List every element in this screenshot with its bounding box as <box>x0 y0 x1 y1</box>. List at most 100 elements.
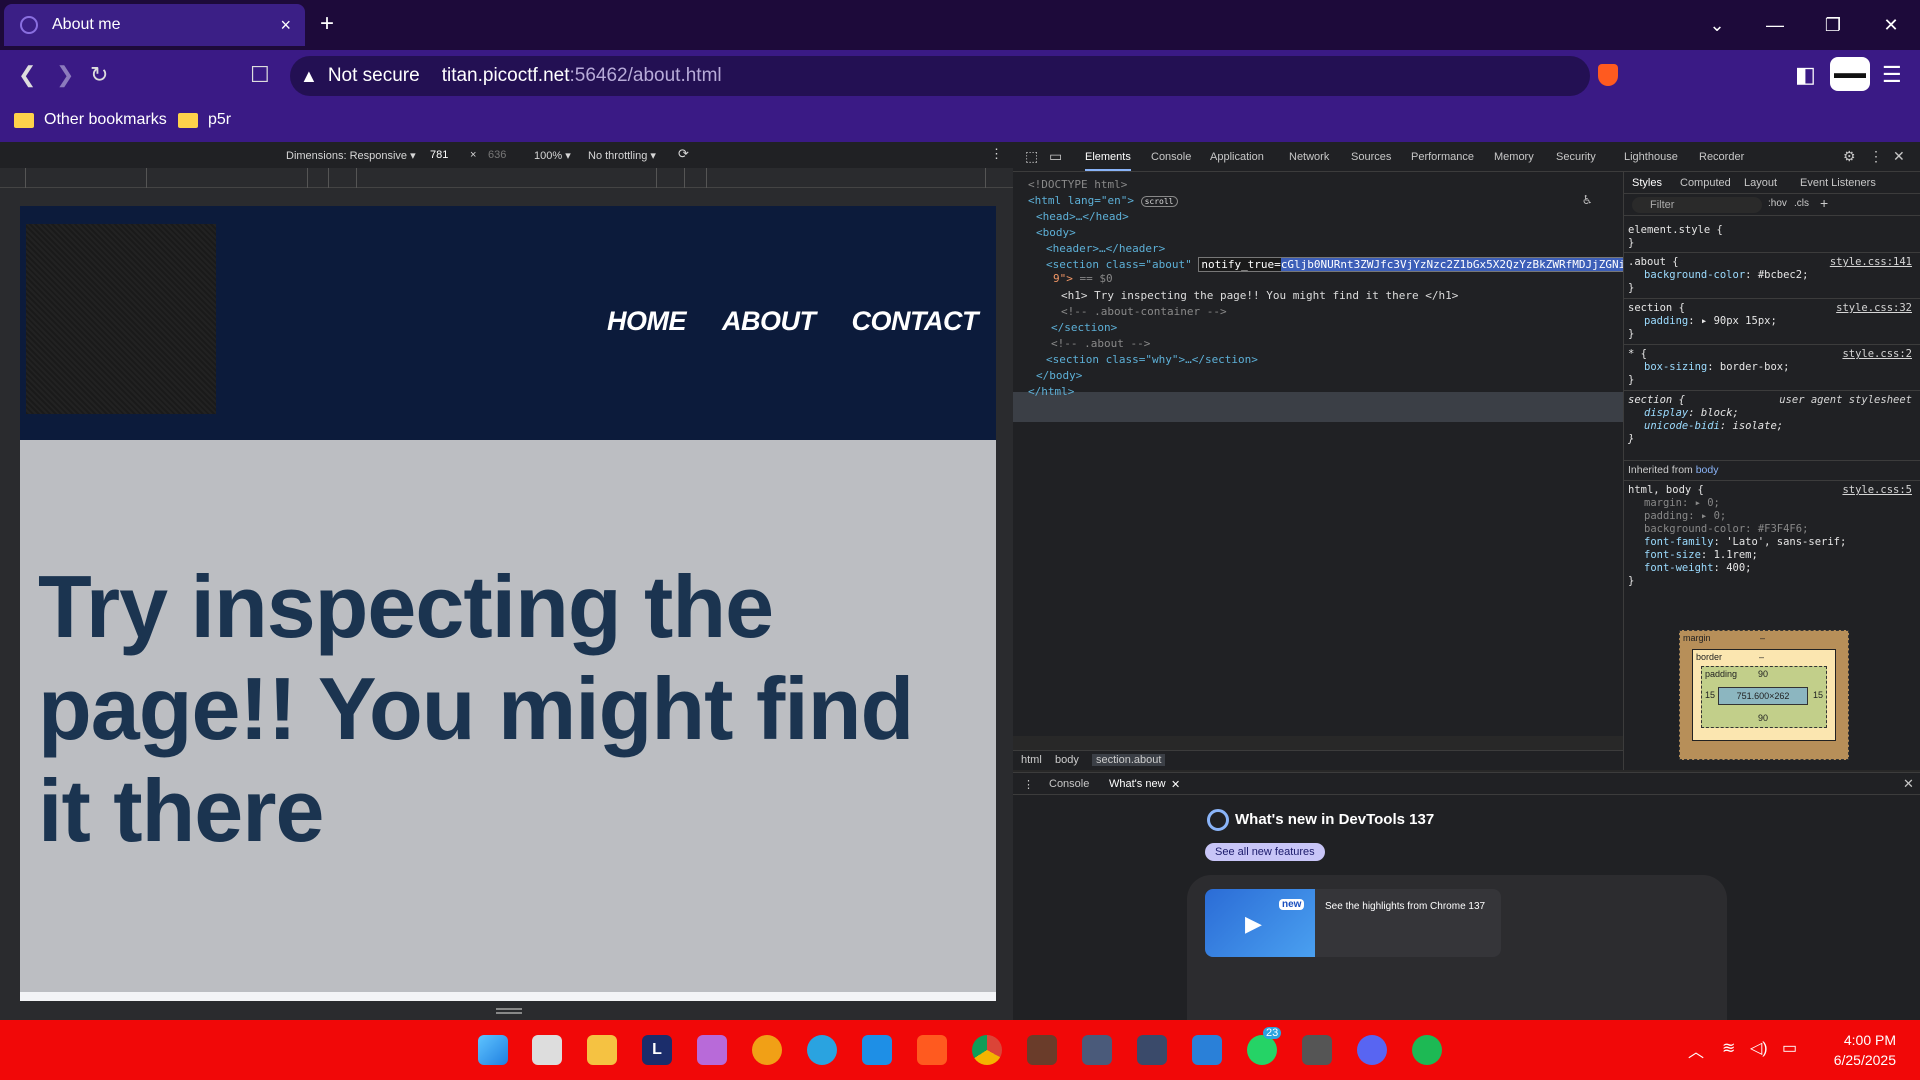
new-tab-icon[interactable]: + <box>320 10 334 38</box>
prop-value[interactable]: 'Lato', sans-serif; <box>1726 536 1846 548</box>
box-model-content[interactable]: 751.600×262 <box>1718 687 1808 705</box>
active-tab[interactable]: About me × <box>4 4 305 46</box>
breadcrumb-body[interactable]: body <box>1055 754 1079 766</box>
prop-name[interactable]: font-weight <box>1628 562 1714 574</box>
file-explorer-icon[interactable] <box>587 1035 617 1065</box>
head-node[interactable]: <head>…</head> <box>1036 210 1129 223</box>
video-thumbnail[interactable]: ▶ new <box>1205 889 1315 957</box>
header-node[interactable]: <header>…</header> <box>1046 242 1165 255</box>
brave-icon[interactable] <box>917 1035 947 1065</box>
vscode-icon[interactable] <box>862 1035 892 1065</box>
devtools-more-icon[interactable]: ⋮ <box>1869 148 1883 165</box>
back-icon[interactable]: ❮ <box>18 62 36 88</box>
tab-close-icon[interactable]: × <box>280 15 291 36</box>
gamepad-icon[interactable] <box>697 1035 727 1065</box>
nav-contact[interactable]: CONTACT <box>852 306 979 337</box>
discord-icon[interactable] <box>1357 1035 1387 1065</box>
taskbar-clock[interactable]: 4:00 PM 6/25/2025 <box>1834 1030 1896 1070</box>
game-icon-4[interactable] <box>1302 1035 1332 1065</box>
minimize-icon[interactable]: — <box>1746 15 1804 36</box>
tab-sources[interactable]: Sources <box>1351 151 1391 163</box>
prop-value[interactable]: border-box; <box>1720 361 1790 373</box>
comment-about[interactable]: <!-- .about --> <box>1051 337 1150 350</box>
rule-section[interactable]: section { style.css:32 padding: ▸ 90px 1… <box>1628 302 1912 341</box>
tab-security[interactable]: Security <box>1556 151 1596 163</box>
h1-node[interactable]: <h1> Try inspecting the page!! You might… <box>1061 289 1458 302</box>
not-secure-warning-icon[interactable]: ▲ <box>300 66 318 87</box>
padding-left-value[interactable]: 15 <box>1705 690 1715 700</box>
rule-element-style[interactable]: element.style { } <box>1628 224 1912 250</box>
prop-name[interactable]: padding <box>1628 315 1688 327</box>
devtools-close-icon[interactable]: ✕ <box>1893 148 1905 165</box>
highlights-item[interactable]: ▶ new See the highlights from Chrome 137 <box>1205 889 1501 957</box>
bookmark-folder-other[interactable]: Other bookmarks <box>14 111 167 129</box>
prop-value[interactable]: ▸ 0; <box>1701 510 1726 522</box>
device-height-input[interactable]: 636 <box>488 149 506 161</box>
nav-about[interactable]: ABOUT <box>722 306 816 337</box>
tab-memory[interactable]: Memory <box>1494 151 1534 163</box>
play-icon[interactable]: ▶ <box>1245 911 1262 937</box>
prop-value[interactable]: ▸ 0; <box>1695 497 1720 509</box>
rule-about[interactable]: .about { style.css:141 background-color:… <box>1628 256 1912 295</box>
prop-value[interactable]: 1.1rem; <box>1714 549 1758 561</box>
forward-icon[interactable]: ❯ <box>56 62 74 88</box>
breadcrumb-html[interactable]: html <box>1021 754 1042 766</box>
prop-name[interactable]: font-family <box>1628 536 1714 548</box>
notify-attribute-editor[interactable]: notify_true=cGljb0NURnt3ZWJfc3VjYzNzc2Z1… <box>1198 257 1649 272</box>
l-app-icon[interactable]: L <box>642 1035 672 1065</box>
notify-attr-value[interactable]: cGljb0NURnt3ZWJfc3VjYzNzc2Z1bGx5X2QzYzBk… <box>1280 258 1646 271</box>
tab-lighthouse[interactable]: Lighthouse <box>1624 151 1678 163</box>
game-icon-1[interactable] <box>1027 1035 1057 1065</box>
hov-toggle[interactable]: :hov <box>1768 198 1787 209</box>
battery-icon[interactable]: ▭ <box>1782 1038 1797 1058</box>
drawer-more-icon[interactable]: ⋮ <box>1023 778 1034 791</box>
section-close-node[interactable]: </section> <box>1051 321 1117 334</box>
box-model-margin[interactable]: margin – border – padding 90 15 15 90 75… <box>1679 630 1849 760</box>
tab-performance[interactable]: Performance <box>1411 151 1474 163</box>
drawer-tab-whats-new[interactable]: What's new <box>1109 778 1166 790</box>
scroll-badge[interactable]: scroll <box>1140 196 1178 207</box>
rule-source-link[interactable]: style.css:141 <box>1830 256 1912 269</box>
game-icon-2[interactable] <box>1082 1035 1112 1065</box>
throttling-select[interactable]: No throttling ▾ <box>588 149 656 162</box>
spotify-icon[interactable] <box>1412 1035 1442 1065</box>
inherited-from-link[interactable]: body <box>1696 464 1719 476</box>
styles-filter-input[interactable]: Filter <box>1632 197 1762 213</box>
start-icon[interactable] <box>478 1035 508 1065</box>
tab-network[interactable]: Network <box>1289 151 1329 163</box>
security-label[interactable]: Not secure <box>328 65 420 87</box>
dimensions-select[interactable]: Dimensions: Responsive ▾ <box>286 149 416 162</box>
accessibility-icon[interactable]: ♿ <box>1583 192 1591 208</box>
device-toggle-icon[interactable]: ▭ <box>1049 148 1062 165</box>
comment-about-container[interactable]: <!-- .about-container --> <box>1061 305 1227 318</box>
leo-ai-icon[interactable]: ▬▬ <box>1830 57 1870 91</box>
reload-icon[interactable]: ↻ <box>90 62 108 88</box>
selected-node-row[interactable] <box>1013 392 1623 422</box>
rotate-icon[interactable]: ⟳ <box>678 146 689 162</box>
box-model-border[interactable]: border – padding 90 15 15 90 751.600×262 <box>1692 649 1836 741</box>
doctype-node[interactable]: <!DOCTYPE html> <box>1028 178 1127 191</box>
prop-name[interactable]: padding <box>1628 510 1688 522</box>
prop-name[interactable]: background-color <box>1628 523 1745 535</box>
task-view-icon[interactable] <box>532 1035 562 1065</box>
body-open-node[interactable]: <body> <box>1036 226 1076 239</box>
tab-layout[interactable]: Layout <box>1744 177 1777 189</box>
whatsapp-icon[interactable]: 23 <box>1247 1027 1282 1065</box>
brave-shields-icon[interactable] <box>1598 64 1618 86</box>
game-icon-3[interactable] <box>1137 1035 1167 1065</box>
settings-icon[interactable]: ⚙ <box>1843 148 1856 165</box>
prop-value[interactable]: ▸ 90px 15px; <box>1701 315 1777 327</box>
zoom-select[interactable]: 100% ▾ <box>534 149 571 162</box>
inspect-icon[interactable]: ⬚ <box>1025 148 1038 165</box>
rule-universal[interactable]: * { style.css:2 box-sizing: border-box; … <box>1628 348 1912 387</box>
padding-top-value[interactable]: 90 <box>1758 669 1768 679</box>
cls-toggle[interactable]: .cls <box>1794 198 1809 209</box>
drawer-tab-console[interactable]: Console <box>1049 778 1089 790</box>
breadcrumb-section-about[interactable]: section.about <box>1092 754 1166 766</box>
site-logo[interactable] <box>26 224 216 414</box>
wifi-icon[interactable]: ≋ <box>1722 1038 1735 1058</box>
html-node[interactable]: <html lang="en"> scroll <box>1028 194 1178 207</box>
prop-name[interactable]: box-sizing <box>1628 361 1707 373</box>
prop-value[interactable]: 400; <box>1726 562 1751 574</box>
section-about-node[interactable]: <section class="about" notify_true=cGljb… <box>1046 257 1649 272</box>
